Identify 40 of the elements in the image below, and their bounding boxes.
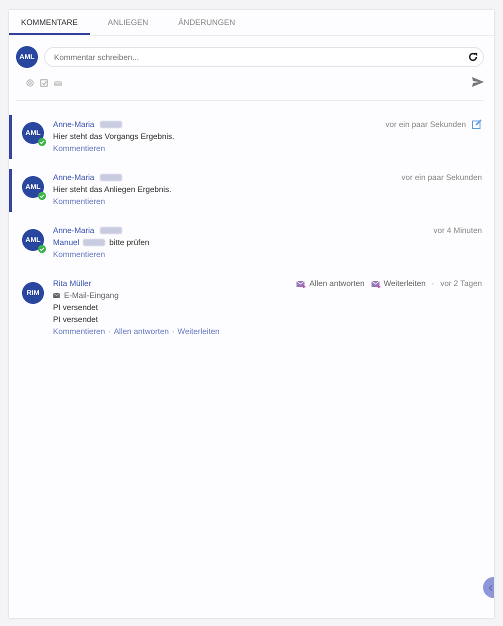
comment-input[interactable]: Kommentar schreiben... [44, 47, 484, 67]
comment-link[interactable]: Kommentieren [53, 250, 106, 259]
timestamp: vor 4 Minuten [434, 226, 482, 235]
send-icon[interactable] [472, 77, 484, 87]
reply-all-button[interactable]: Allen antworten [296, 279, 365, 288]
reply-all-link[interactable]: Allen antworten [114, 327, 169, 336]
comment-text: Hier steht das Vorgangs Ergebnis. [53, 132, 174, 141]
comment-text: PI versendet [53, 315, 98, 324]
separator: · [432, 279, 434, 288]
comment-text: PI versendet [53, 303, 98, 312]
comment-link[interactable]: Kommentieren [53, 144, 106, 153]
tab[interactable]: KOMMENTARE [9, 10, 90, 35]
source-label: E-Mail-Eingang [64, 291, 119, 300]
chevron-left-icon [488, 584, 493, 590]
author-name: Anne-Maria [53, 120, 94, 128]
envelope-icon [370, 280, 381, 288]
separator: · [172, 327, 175, 336]
envelope-icon [296, 280, 306, 288]
tab[interactable]: ÄNDERUNGEN [166, 10, 248, 35]
comment-text: bitte prüfen [109, 238, 150, 247]
forward-link[interactable]: Weiterleiten [178, 327, 220, 336]
author-name: Anne-Maria [53, 226, 94, 235]
comment-text: Hier steht das Anliegen Ergebnis. [53, 185, 172, 194]
mail-icon[interactable] [54, 80, 62, 86]
forward-button[interactable]: Weiterleiten [370, 279, 426, 288]
mention[interactable]: Manuel [53, 238, 80, 247]
comment-link[interactable]: Kommentieren [53, 197, 106, 206]
mail-icon [53, 293, 60, 298]
author-name: Rita Müller [53, 279, 92, 288]
edit-icon[interactable] [472, 119, 482, 129]
separator: · [108, 327, 111, 336]
author-name: Anne-Maria [53, 173, 94, 182]
refresh-icon [468, 52, 478, 62]
comment-link[interactable]: Kommentieren [53, 327, 106, 336]
timestamp: vor 2 Tagen [440, 279, 482, 288]
tab[interactable]: ANLIEGEN [96, 10, 160, 35]
task-icon[interactable] [40, 79, 48, 87]
redacted-name [83, 239, 106, 246]
timestamp: vor ein paar Sekunden [386, 120, 466, 128]
timestamp: vor ein paar Sekunden [402, 173, 482, 182]
